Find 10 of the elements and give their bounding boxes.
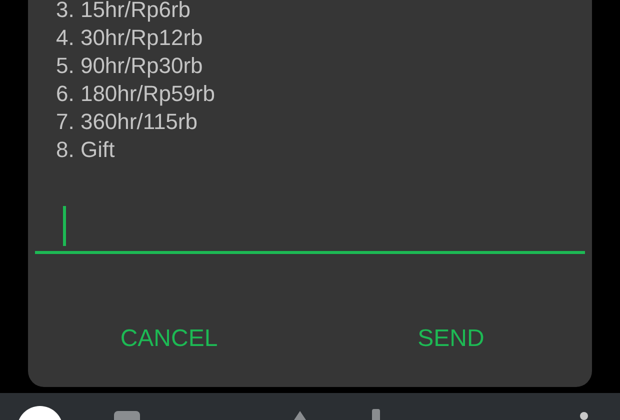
reply-input-field[interactable] bbox=[35, 206, 585, 254]
menu-option: 6. 180hr/Rp59rb bbox=[56, 80, 215, 108]
menu-option: 4. 30hr/Rp12rb bbox=[56, 24, 203, 52]
menu-option: 5. 90hr/Rp30rb bbox=[56, 52, 203, 80]
menu-option: 7. 360hr/115rb bbox=[56, 108, 198, 136]
menu-option: 8. Gift bbox=[56, 136, 115, 164]
send-button[interactable]: SEND bbox=[410, 315, 492, 363]
cancel-button[interactable]: CANCEL bbox=[112, 315, 226, 363]
menu-option: 3. 15hr/Rp6rb bbox=[56, 0, 191, 24]
text-cursor bbox=[63, 206, 66, 246]
